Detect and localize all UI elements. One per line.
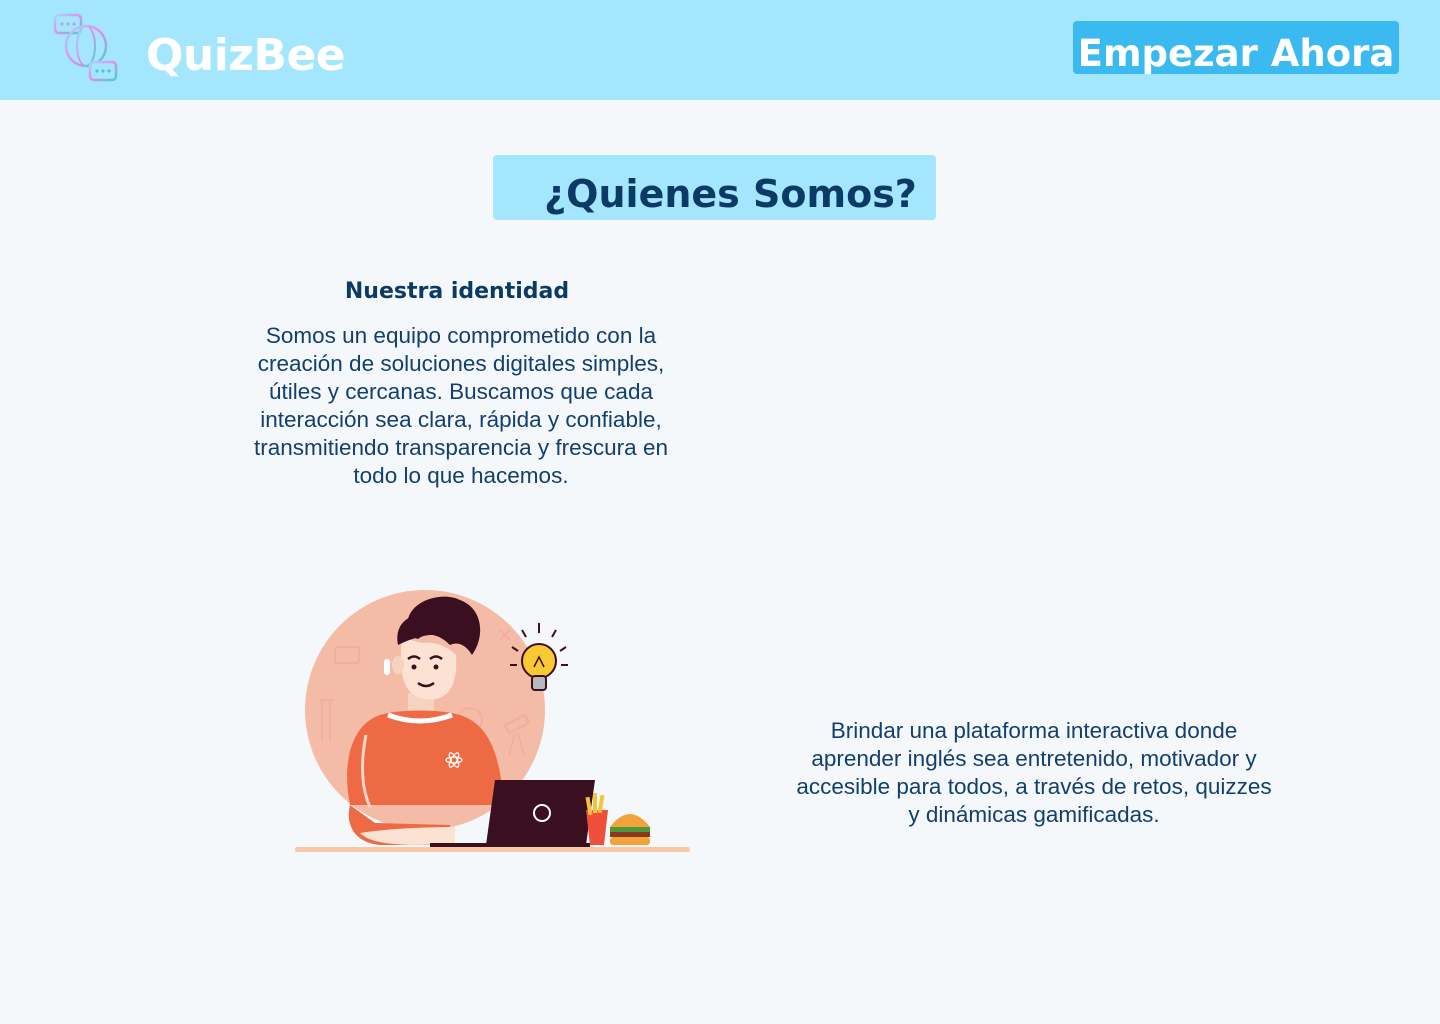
mission-paragraph: Brindar una plataforma interactiva donde… (796, 718, 1272, 827)
student-laptop-illustration (295, 590, 690, 852)
brand-name[interactable]: QuizBee (146, 28, 346, 84)
identity-paragraph: Somos un equipo comprometido con la crea… (254, 323, 668, 488)
page-title-box: ¿Quienes Somos? (493, 155, 936, 220)
start-now-button[interactable]: Empezar Ahora (1073, 21, 1399, 74)
identity-heading: Nuestra identidad (344, 279, 570, 304)
page-title: ¿Quienes Somos? (544, 172, 917, 216)
site-header: QuizBee Empezar Ahora (0, 0, 1440, 100)
chat-globe-logo-icon[interactable] (52, 12, 120, 84)
